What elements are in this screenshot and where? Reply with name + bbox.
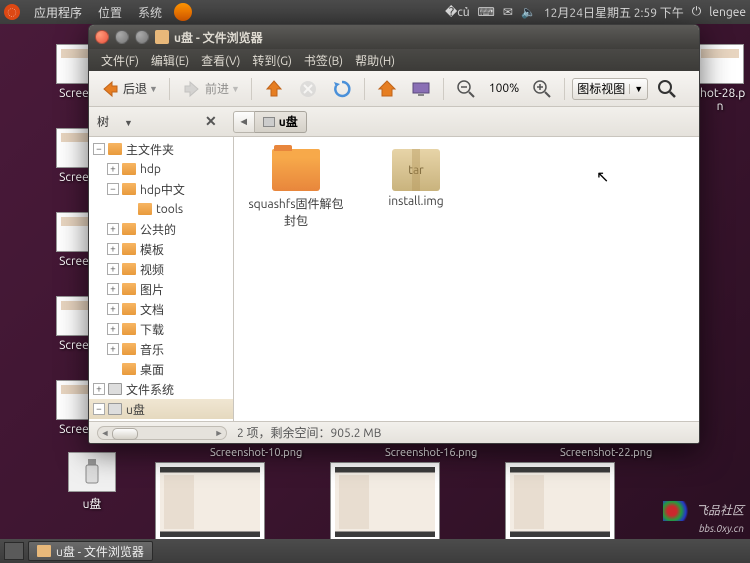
menu-help[interactable]: 帮助(H) [349, 52, 401, 69]
forward-arrow-icon [181, 78, 203, 100]
desktop-label: Screenshot-10.png [210, 447, 302, 459]
sidebar-tree[interactable]: −主文件夹 +hdp −hdp中文 +tools +公共的 +模板 +视频 +图… [89, 137, 234, 421]
menu-bookmarks[interactable]: 书签(B) [298, 52, 349, 69]
computer-button[interactable] [406, 75, 436, 103]
folder-icon [108, 143, 122, 155]
system-tray: �củ ⌨ ✉ 🔈 12月24日星期五 2:59 下午 ⏻ lengee [445, 4, 746, 21]
dropdown-icon[interactable]: ▼ [149, 84, 158, 94]
zoom-level: 100% [485, 82, 523, 95]
firefox-icon[interactable] [174, 3, 192, 21]
home-icon [376, 78, 398, 100]
pathbar: 树▼ ✕ ◄ u盘 [89, 107, 699, 137]
tree-home[interactable]: −主文件夹 [89, 139, 233, 159]
tree-item[interactable]: −hdp中文 [89, 179, 233, 199]
drive-icon [108, 383, 122, 395]
home-button[interactable] [372, 75, 402, 103]
bottom-panel: u盘 - 文件浏览器 [0, 539, 750, 563]
back-arrow-icon [99, 78, 121, 100]
forward-button[interactable]: 前进 ▼ [177, 75, 244, 103]
tree-item[interactable]: +tools [89, 199, 233, 219]
titlebar[interactable]: u盘 - 文件浏览器 [89, 25, 699, 49]
tree-item[interactable]: +公共的 [89, 219, 233, 239]
search-icon [656, 78, 678, 100]
sound-icon[interactable]: 🔈 [521, 5, 536, 19]
tree-item[interactable]: +音乐 [89, 339, 233, 359]
window-minimize-button[interactable] [115, 30, 129, 44]
window-close-button[interactable] [95, 30, 109, 44]
back-button[interactable]: 后退 ▼ [95, 75, 162, 103]
menu-places[interactable]: 位置 [90, 4, 130, 21]
tree-item[interactable]: +图片 [89, 279, 233, 299]
tree-filesystem[interactable]: +文件系统 [89, 379, 233, 399]
taskbar-window-button[interactable]: u盘 - 文件浏览器 [28, 541, 153, 561]
path-location-button[interactable]: u盘 [255, 111, 307, 133]
zoom-in-button[interactable] [527, 75, 557, 103]
menu-system[interactable]: 系统 [130, 4, 170, 21]
keyboard-icon[interactable]: ⌨ [478, 5, 495, 19]
tree-item[interactable]: +视频 [89, 259, 233, 279]
menubar: 文件(F) 编辑(E) 查看(V) 转到(G) 书签(B) 帮助(H) [89, 49, 699, 71]
search-button[interactable] [652, 75, 682, 103]
show-desktop-button[interactable] [4, 542, 24, 560]
usb-drive-icon [68, 452, 116, 492]
tree-item[interactable]: +文档 [89, 299, 233, 319]
desktop-icon[interactable]: shot-28.pn [692, 44, 748, 113]
menu-go[interactable]: 转到(G) [246, 52, 298, 69]
status-text: 2 项，剩余空间：905.2 MB [237, 424, 381, 441]
top-panel: ◌ 应用程序 位置 系统 �củ ⌨ ✉ 🔈 12月24日星期五 2:59 下午… [0, 0, 750, 24]
tree-usb[interactable]: −u盘 [89, 399, 233, 419]
folder-icon [272, 149, 320, 191]
stop-icon [297, 78, 319, 100]
zoom-out-button[interactable] [451, 75, 481, 103]
file-archive[interactable]: tar install.img [366, 149, 466, 229]
wifi-icon[interactable]: �củ [445, 5, 470, 19]
file-view[interactable]: squashfs固件解包封包 tar install.img ↖ [234, 137, 699, 421]
tree-item[interactable]: +桌面 [89, 359, 233, 379]
tree-item[interactable]: +hdp [89, 159, 233, 179]
menu-file[interactable]: 文件(F) [95, 52, 145, 69]
clock[interactable]: 12月24日星期五 2:59 下午 [544, 4, 684, 21]
menu-edit[interactable]: 编辑(E) [145, 52, 195, 69]
usb-icon [108, 403, 122, 415]
user-name[interactable]: lengee [709, 6, 746, 19]
statusbar: ◄► 2 项，剩余空间：905.2 MB [89, 421, 699, 443]
path-back-button[interactable]: ◄ [233, 111, 255, 133]
desktop-label: Screenshot-22.png [560, 447, 652, 459]
power-icon[interactable]: ⏻ [692, 5, 702, 19]
tree-item[interactable]: +模板 [89, 239, 233, 259]
file-browser-window: u盘 - 文件浏览器 文件(F) 编辑(E) 查看(V) 转到(G) 书签(B)… [88, 24, 700, 444]
sidebar-mode-label[interactable]: 树▼ [97, 113, 197, 130]
tree-item[interactable]: +下载 [89, 319, 233, 339]
dropdown-icon: ▼ [629, 84, 643, 94]
window-title: u盘 - 文件浏览器 [174, 29, 263, 46]
menu-view[interactable]: 查看(V) [195, 52, 246, 69]
drive-icon [263, 117, 275, 127]
stop-button[interactable] [293, 75, 323, 103]
archive-icon: tar [392, 149, 440, 191]
zoom-in-icon [531, 78, 553, 100]
folder-icon [155, 30, 169, 44]
close-sidebar-button[interactable]: ✕ [205, 113, 217, 130]
zoom-out-icon [455, 78, 477, 100]
up-arrow-icon [263, 78, 285, 100]
folder-icon [37, 545, 51, 557]
watermark: 飞品社区 bbs.0xy.cn [663, 501, 744, 535]
mail-icon[interactable]: ✉ [503, 5, 513, 19]
view-mode-select[interactable]: 图标视图 ▼ [572, 78, 648, 100]
reload-button[interactable] [327, 75, 357, 103]
file-folder[interactable]: squashfs固件解包封包 [246, 149, 346, 229]
reload-icon [331, 78, 353, 100]
menu-applications[interactable]: 应用程序 [26, 4, 90, 21]
computer-icon [410, 78, 432, 100]
window-maximize-button[interactable] [135, 30, 149, 44]
toolbar: 后退 ▼ 前进 ▼ 100% [89, 71, 699, 107]
desktop-usb-icon[interactable]: u盘 [60, 452, 124, 512]
watermark-logo-icon [663, 501, 693, 521]
horizontal-scrollbar[interactable]: ◄► [97, 426, 227, 440]
desktop-label: Screenshot-16.png [385, 447, 477, 459]
up-button[interactable] [259, 75, 289, 103]
ubuntu-logo-icon[interactable]: ◌ [4, 4, 20, 20]
